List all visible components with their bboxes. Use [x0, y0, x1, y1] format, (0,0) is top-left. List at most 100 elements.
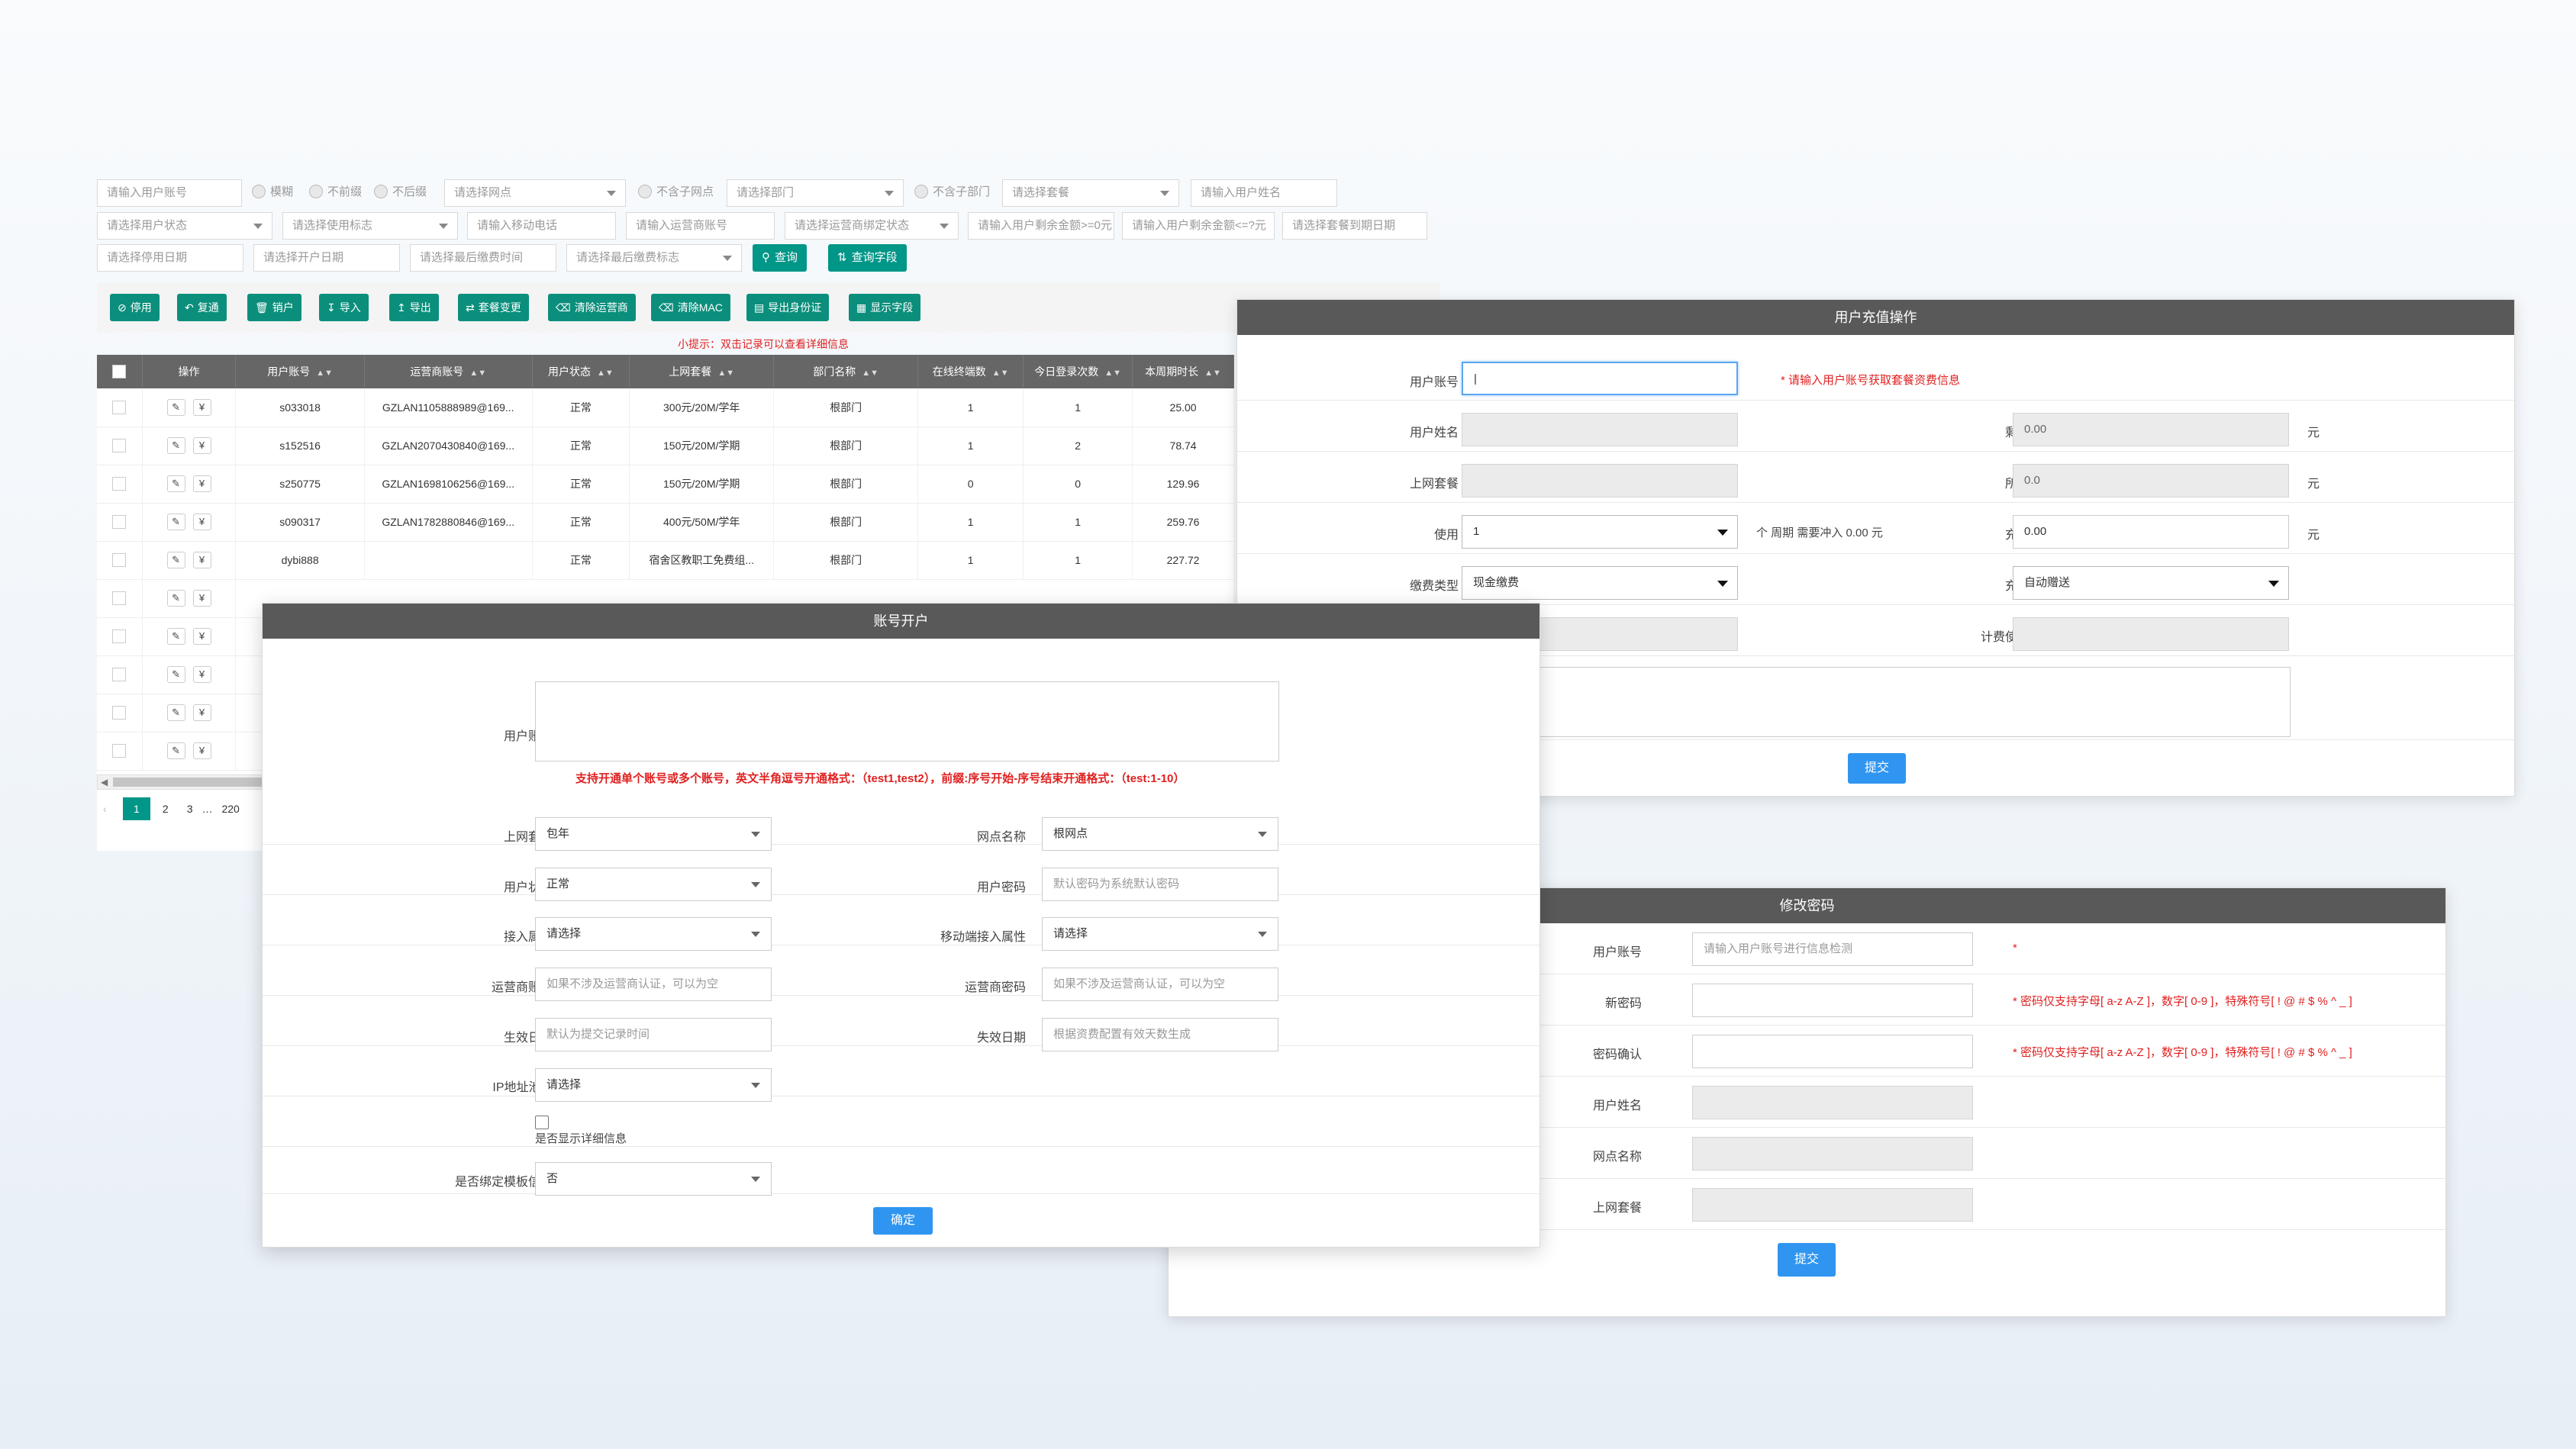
row-checkbox[interactable] [112, 477, 127, 491]
new-password-input[interactable] [1692, 984, 1973, 1017]
yen-icon[interactable]: ¥ [192, 475, 211, 492]
open-user-account-textarea[interactable] [535, 681, 1279, 762]
edit-icon[interactable]: ✎ [166, 704, 185, 721]
dept-select[interactable]: 请选择部门 [727, 179, 904, 207]
row-checkbox[interactable] [112, 706, 127, 720]
pkg-expire-input[interactable]: 请选择套餐到期日期 [1282, 212, 1427, 240]
col-header-period-duration[interactable]: 本周期时长 ▲▼ [1132, 355, 1234, 388]
edit-icon[interactable]: ✎ [166, 437, 185, 454]
clear-isp-button[interactable]: ⌫ 清除运营商 [548, 294, 636, 321]
scroll-left-arrow[interactable]: ◀ [101, 777, 108, 787]
sort-icon[interactable]: ▲▼ [992, 369, 1009, 378]
radio-fuzzy[interactable]: 模糊 [252, 179, 293, 207]
recharge-fee-type-select[interactable]: 现金缴费 [1462, 566, 1738, 600]
yen-icon[interactable]: ¥ [192, 666, 211, 683]
row-checkbox[interactable] [112, 553, 127, 568]
open-ip-pool-select[interactable]: 请选择 [535, 1068, 772, 1102]
row-checkbox-cell[interactable] [97, 465, 143, 504]
col-header-user-status[interactable]: 用户状态 ▲▼ [532, 355, 630, 388]
user-status-select[interactable]: 请选择用户状态 [97, 212, 272, 240]
col-header-online-terminals[interactable]: 在线终端数 ▲▼ [917, 355, 1024, 388]
edit-icon[interactable]: ✎ [166, 742, 185, 759]
site-select[interactable]: 请选择网点 [444, 179, 626, 207]
yen-icon[interactable]: ¥ [192, 742, 211, 759]
open-status-select[interactable]: 正常 [535, 868, 772, 901]
open-expire-input[interactable]: 根据资费配置有效天数生成 [1042, 1018, 1278, 1051]
query-fields-button[interactable]: ⇅ 查询字段 [828, 244, 907, 272]
select-all-checkbox[interactable] [112, 365, 127, 379]
disable-button[interactable]: ⊘ 停用 [110, 294, 160, 321]
col-header-login-count[interactable]: 今日登录次数 ▲▼ [1023, 355, 1133, 388]
table-row[interactable]: ✎ ¥ s090317 GZLAN1782880846@169... 正常 400… [97, 503, 1234, 542]
row-checkbox[interactable] [112, 630, 127, 644]
balance-lte-input[interactable]: 请输入用户剩余金额<=?元 [1122, 212, 1275, 240]
edit-icon[interactable]: ✎ [166, 475, 185, 492]
table-row[interactable]: ✎ ¥ s033018 GZLAN1105888989@169... 正常 300… [97, 388, 1234, 427]
row-checkbox-cell[interactable] [97, 503, 143, 542]
recharge-gift-select[interactable]: 自动赠送 [2013, 566, 2289, 600]
sort-icon[interactable]: ▲▼ [597, 369, 614, 378]
recharge-user-account-input[interactable]: | [1462, 362, 1738, 395]
show-fields-button[interactable]: ▦ 显示字段 [849, 294, 921, 321]
recharge-submit-button[interactable]: 提交 [1848, 753, 1906, 784]
restore-button[interactable]: ↶ 复通 [177, 294, 227, 321]
open-bind-template-select[interactable]: 否 [535, 1162, 772, 1196]
open-effective-input[interactable]: 默认为提交记录时间 [535, 1018, 772, 1051]
confirm-password-input[interactable] [1692, 1035, 1973, 1068]
row-checkbox-cell[interactable] [97, 427, 143, 465]
row-checkbox-cell[interactable] [97, 732, 143, 771]
table-row[interactable]: ✎ ¥ s250775 GZLAN1698106256@169... 正常 150… [97, 465, 1234, 504]
open-package-select[interactable]: 包年 [535, 817, 772, 851]
sort-icon[interactable]: ▲▼ [316, 369, 333, 378]
row-checkbox-cell[interactable] [97, 579, 143, 618]
edit-icon[interactable]: ✎ [166, 666, 185, 683]
password-user-account-input[interactable]: 请输入用户账号进行信息检测 [1692, 932, 1973, 966]
col-header-dept[interactable]: 部门名称 ▲▼ [773, 355, 919, 388]
last-pay-flag-select[interactable]: 请选择最后缴费标志 [566, 244, 742, 272]
radio-no-sub-site[interactable]: 不含子网点 [638, 179, 714, 207]
query-button[interactable]: ⚲ 查询 [753, 244, 808, 272]
edit-icon[interactable]: ✎ [166, 514, 185, 530]
row-checkbox[interactable] [112, 400, 127, 414]
yen-icon[interactable]: ¥ [192, 514, 211, 530]
sort-icon[interactable]: ▲▼ [469, 369, 486, 378]
row-checkbox-cell[interactable] [97, 617, 143, 656]
balance-gte-input[interactable]: 请输入用户剩余金额>=0元 [968, 212, 1114, 240]
open-mobile-access-select[interactable]: 请选择 [1042, 917, 1278, 951]
edit-icon[interactable]: ✎ [166, 628, 185, 645]
password-submit-button[interactable]: 提交 [1778, 1243, 1836, 1277]
pager-last[interactable]: 220 [221, 803, 239, 815]
cancel-account-button[interactable]: 🗑 销户 [247, 294, 301, 321]
sort-icon[interactable]: ▲▼ [1204, 369, 1221, 378]
col-header-isp-account[interactable]: 运营商账号 ▲▼ [364, 355, 533, 388]
open-isp-password-input[interactable]: 如果不涉及运营商认证，可以为空 [1042, 968, 1278, 1001]
last-pay-time-input[interactable]: 请选择最后缴费时间 [410, 244, 556, 272]
yen-icon[interactable]: ¥ [192, 704, 211, 721]
radio-not-suffix[interactable]: 不后缀 [374, 179, 427, 207]
sort-icon[interactable]: ▲▼ [862, 369, 879, 378]
sort-icon[interactable]: ▲▼ [1104, 369, 1121, 378]
clear-mac-button[interactable]: ⌫ 清除MAC [651, 294, 730, 321]
show-detail-checkbox[interactable] [535, 1116, 549, 1129]
recharge-amount-input[interactable]: 0.00 [2013, 515, 2289, 549]
row-checkbox[interactable] [112, 439, 127, 453]
radio-not-precede[interactable]: 不前缀 [309, 179, 362, 207]
package-select[interactable]: 请选择套餐 [1002, 179, 1179, 207]
stop-date-input[interactable]: 请选择停用日期 [97, 244, 243, 272]
export-id-button[interactable]: ▤ 导出身份证 [746, 294, 830, 321]
open-confirm-button[interactable]: 确定 [873, 1207, 933, 1235]
import-button[interactable]: ↧ 导入 [319, 294, 369, 321]
edit-icon[interactable]: ✎ [166, 552, 185, 568]
radio-no-sub-dept[interactable]: 不含子部门 [914, 179, 990, 207]
recharge-use-select[interactable]: 1 [1462, 515, 1738, 549]
edit-icon[interactable]: ✎ [166, 590, 185, 607]
recharge-remark-textarea[interactable] [1462, 667, 2291, 737]
row-checkbox[interactable] [112, 591, 127, 606]
row-checkbox[interactable] [112, 668, 127, 682]
package-change-button[interactable]: ⇄ 套餐变更 [458, 294, 529, 321]
pager-page-2[interactable]: 2 [153, 803, 178, 815]
yen-icon[interactable]: ¥ [192, 552, 211, 568]
row-checkbox-cell[interactable] [97, 694, 143, 733]
open-isp-account-input[interactable]: 如果不涉及运营商认证，可以为空 [535, 968, 772, 1001]
open-password-input[interactable]: 默认密码为系统默认密码 [1042, 868, 1278, 901]
